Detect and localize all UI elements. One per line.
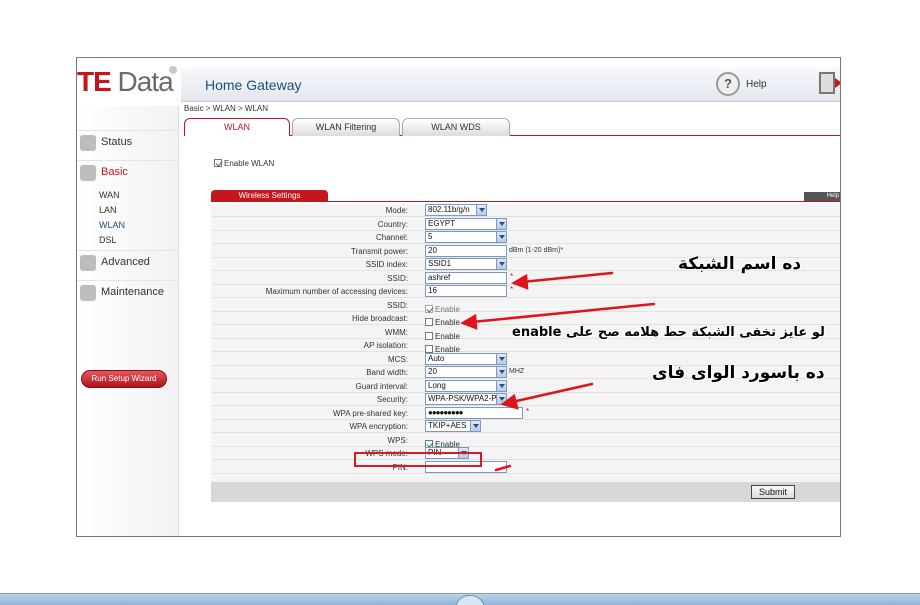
help-icon[interactable]: ? (716, 72, 740, 96)
wpa-encryption-select[interactable]: TKIP+AES (425, 420, 481, 432)
country-select[interactable]: EGYPT (425, 217, 507, 230)
sidebar-item-maintenance[interactable]: Maintenance (77, 280, 179, 304)
chevron-down-icon (470, 421, 480, 431)
security-row: Security: WPA-PSK/WPA2-P (211, 393, 840, 406)
ssid-index-select[interactable]: SSID1 (425, 258, 507, 270)
chevron-down-icon (496, 218, 506, 229)
chevron-down-icon (496, 394, 506, 404)
sidebar-subitem-dsl[interactable]: DSL (99, 235, 117, 245)
chevron-down-icon (496, 367, 506, 377)
router-screenshot: TE Data Home Gateway ? Help Basic > WLAN… (76, 57, 841, 537)
mode-row: Mode: 802.11b/g/n (211, 204, 840, 217)
wps-mode-row: WPS mode: PIN (211, 447, 840, 460)
sidebar-item-basic[interactable]: Basic (77, 160, 179, 184)
bandwidth-select[interactable]: 20 (425, 366, 507, 378)
ssid-enable-row: SSID: Enable (211, 299, 840, 314)
help-link[interactable]: Help (746, 79, 767, 90)
chevron-down-icon (496, 380, 506, 391)
tab-wlan-filtering[interactable]: WLAN Filtering (292, 118, 400, 136)
chevron-down-icon (496, 259, 506, 269)
country-row: Country: EGYPT (211, 217, 840, 231)
tab-bar: WLAN WLAN Filtering WLAN WDS (184, 118, 840, 136)
status-icon (80, 135, 96, 151)
page-title: Home Gateway (205, 77, 302, 93)
ap-isolation-row: AP isolation: Enable (211, 339, 840, 354)
mode-select[interactable]: 802.11b/g/n (425, 204, 487, 216)
maintenance-icon (80, 285, 96, 301)
sidebar-subitem-wlan[interactable]: WLAN (99, 220, 125, 230)
max-devices-input[interactable]: 16 (425, 285, 507, 297)
chevron-down-icon (496, 353, 506, 364)
chevron-down-icon (496, 232, 506, 242)
sidebar-subitem-wan[interactable]: WAN (99, 190, 120, 200)
section-divider (211, 201, 840, 202)
sidebar-item-status[interactable]: Status (77, 130, 179, 154)
wpa-key-input[interactable]: ●●●●●●●●● (425, 406, 523, 419)
security-select[interactable]: WPA-PSK/WPA2-P (425, 393, 507, 405)
tab-wlan[interactable]: WLAN (184, 118, 290, 136)
mcs-select[interactable]: Auto (425, 352, 507, 365)
section-help-link[interactable]: Help (804, 192, 840, 201)
transmit-power-hint: dBm (1-20 dBm)* (509, 246, 564, 254)
max-devices-row: Maximum number of accessing devices: 16 * (211, 285, 840, 298)
enable-wlan-checkbox[interactable] (214, 159, 222, 167)
header: TE Data Home Gateway ? Help (77, 58, 840, 106)
wps-row: WPS: Enable (211, 434, 840, 449)
hide-broadcast-row: Hide broadcast: Enable (211, 312, 840, 327)
sidebar-item-advanced[interactable]: Advanced (77, 250, 179, 274)
sidebar-subitem-lan[interactable]: LAN (99, 205, 117, 215)
wpa-key-row: WPA pre-shared key: ●●●●●●●●● * (211, 406, 840, 420)
logout-icon[interactable] (819, 72, 835, 94)
breadcrumb: Basic > WLAN > WLAN (184, 104, 269, 113)
title-bar: Home Gateway ? Help (181, 68, 840, 102)
wps-mode-highlight-box (354, 452, 482, 467)
te-data-logo: TE Data (77, 66, 174, 97)
guard-interval-select[interactable]: Long (425, 379, 507, 392)
wireless-settings-form: Mode: 802.11b/g/n Country: EGYPT Channel… (211, 204, 840, 484)
enable-wlan-checkbox-row[interactable]: Enable WLAN (214, 159, 274, 168)
chevron-down-icon (476, 205, 486, 215)
basic-icon (80, 165, 96, 181)
transmit-power-input[interactable]: 20 (425, 244, 507, 257)
ssid-input[interactable]: ashref (425, 271, 507, 284)
advanced-icon (80, 255, 96, 271)
wpa-encryption-row: WPA encryption: TKIP+AES (211, 420, 840, 433)
logo-dot-icon (169, 66, 177, 74)
submit-button[interactable]: Submit (751, 485, 795, 499)
submit-bar (211, 482, 840, 502)
pin-row: PIN: (211, 460, 840, 474)
ssid-annotation: ده اسم الشبكة (678, 254, 802, 274)
logout-arrow-icon (835, 78, 840, 88)
tab-wlan-wds[interactable]: WLAN WDS (402, 118, 510, 136)
wifi-password-annotation: ده باسورد الواى فاى (652, 363, 825, 383)
channel-row: Channel: 5 (211, 231, 840, 244)
run-setup-wizard-button[interactable]: Run Setup Wizard (81, 370, 167, 388)
channel-select[interactable]: 5 (425, 231, 507, 243)
sidebar: Status Basic WAN LAN WLAN DSL Advanced M… (77, 106, 179, 536)
hide-broadcast-annotation: enable لو عايز تخفى الشبكة حط هلامه صح ع… (512, 325, 825, 340)
